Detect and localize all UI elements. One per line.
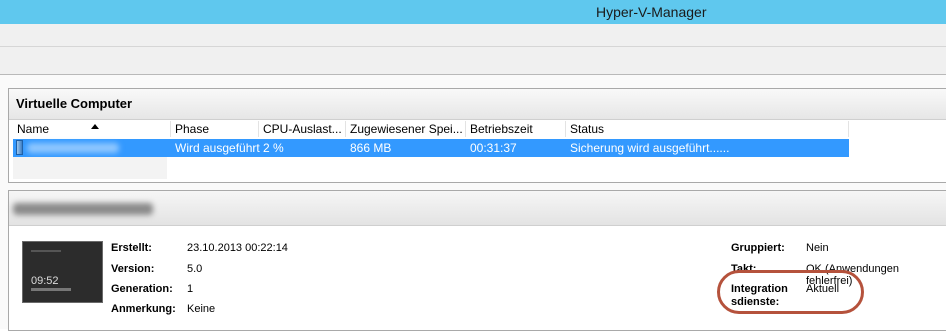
- label-created: Erstellt:: [111, 242, 152, 254]
- column-header-cpu[interactable]: CPU-Auslast...: [259, 121, 346, 137]
- table-row[interactable]: Wird ausgeführt 2 % 866 MB 00:31:37 Sich…: [13, 139, 849, 157]
- vm-cpu: 2 %: [263, 141, 284, 155]
- column-header-memory[interactable]: Zugewiesener Spei...: [346, 121, 466, 137]
- label-generation: Generation:: [111, 283, 173, 295]
- window-title: Hyper-V-Manager: [596, 4, 707, 20]
- label-version: Version:: [111, 263, 155, 275]
- column-header-status[interactable]: Status: [566, 121, 849, 137]
- column-label: Betriebszeit: [470, 122, 533, 136]
- list-empty-area: [13, 157, 167, 179]
- vm-title-redacted: [13, 203, 153, 215]
- column-label: CPU-Auslast...: [263, 122, 342, 136]
- menu-bar[interactable]: [0, 24, 946, 47]
- virtual-machine-icon: [16, 140, 23, 155]
- label-clustered: Gruppiert:: [731, 242, 785, 254]
- details-header: [9, 191, 946, 226]
- vm-name-redacted: [27, 143, 119, 153]
- thumbnail-subline: [31, 288, 71, 291]
- annotation-highlight-ring: [717, 270, 864, 314]
- virtual-machines-panel: Virtuelle Computer Name Phase CPU-Auslas…: [8, 88, 946, 183]
- label-note: Anmerkung:: [111, 303, 176, 315]
- vm-memory: 866 MB: [350, 141, 392, 155]
- value-note[interactable]: Keine: [187, 303, 215, 315]
- panel-header: Virtuelle Computer: [9, 89, 946, 120]
- vm-status: Sicherung wird ausgeführt......: [570, 141, 730, 155]
- vm-thumbnail[interactable]: 09:52: [22, 241, 103, 303]
- column-label: Phase: [175, 122, 210, 136]
- column-header-uptime[interactable]: Betriebszeit: [466, 121, 566, 137]
- sort-ascending-icon: [91, 124, 99, 129]
- column-label: Zugewiesener Spei...: [350, 122, 463, 136]
- value-generation: 1: [187, 283, 194, 295]
- column-header-name[interactable]: Name: [13, 121, 171, 137]
- value-version: 5.0: [187, 263, 203, 275]
- column-label: Name: [17, 122, 50, 136]
- column-label: Status: [570, 122, 605, 136]
- vm-uptime: 00:31:37: [470, 141, 517, 155]
- vm-phase: Wird ausgeführt: [175, 141, 260, 155]
- column-header-phase[interactable]: Phase: [171, 121, 259, 137]
- panel-title: Virtuelle Computer: [16, 96, 133, 111]
- toolbar[interactable]: [0, 47, 946, 75]
- thumbnail-line: [31, 250, 61, 252]
- value-created: 23.10.2013 00:22:14: [187, 242, 288, 254]
- column-header-row: Name Phase CPU-Auslast... Zugewiesener S…: [13, 121, 849, 137]
- value-clustered: Nein: [806, 242, 829, 254]
- window-titlebar: Hyper-V-Manager: [0, 0, 946, 24]
- thumbnail-time: 09:52: [31, 275, 59, 287]
